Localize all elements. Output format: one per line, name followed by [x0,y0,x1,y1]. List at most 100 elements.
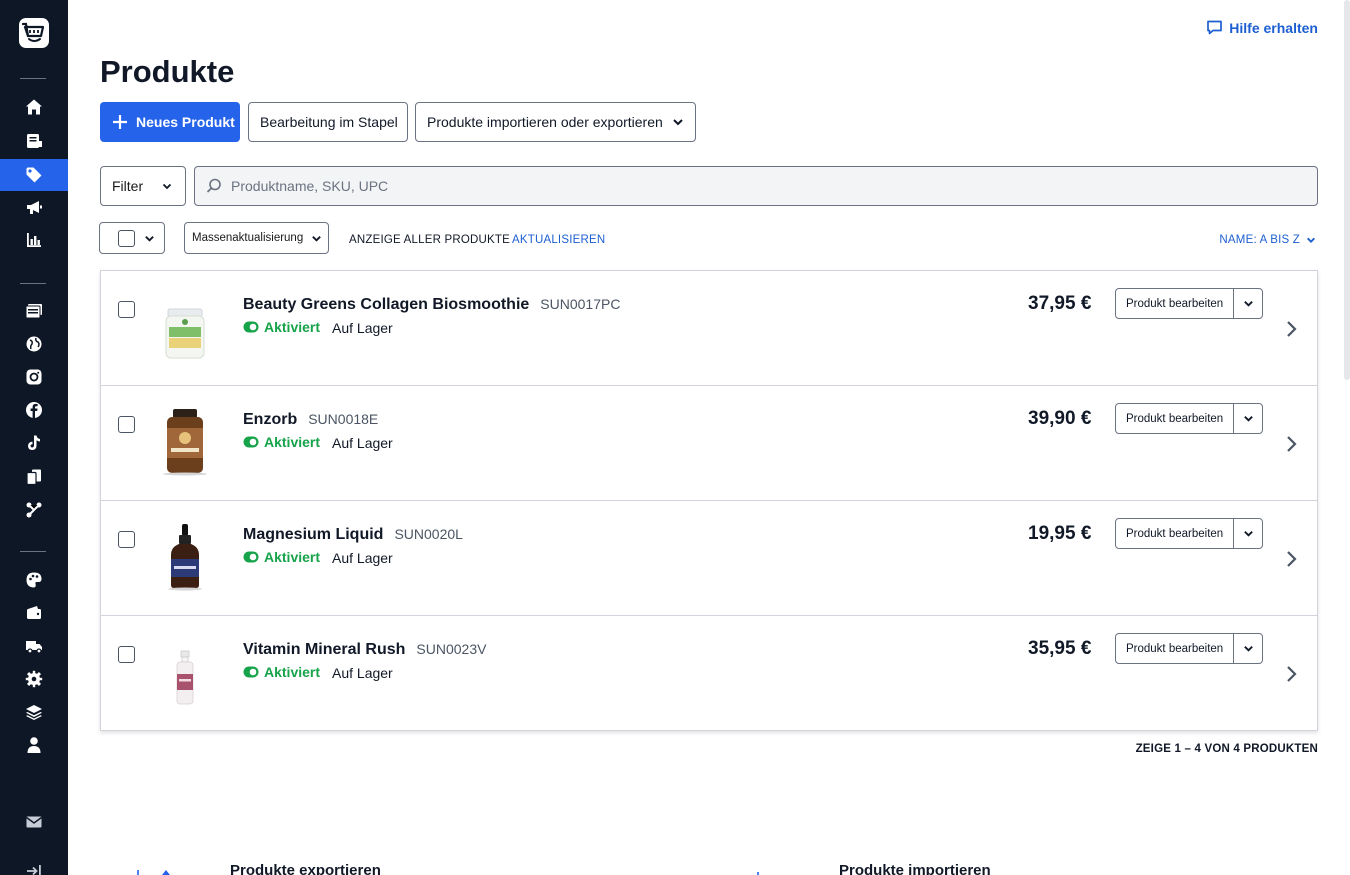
sidebar-item-integrations[interactable] [0,494,68,526]
sort-dropdown[interactable]: NAME: A BIS Z [1219,234,1316,246]
chevron-right-icon[interactable] [1284,664,1298,684]
import-export-dropdown[interactable]: Produkte importieren oder exportieren [415,102,696,142]
product-name[interactable]: Vitamin Mineral Rush SUN0023V [243,641,486,659]
layers-icon [26,705,42,720]
facebook-icon [26,402,42,418]
sidebar-item-reports[interactable] [0,224,68,256]
wallet-icon [27,606,41,619]
channels-icon [26,469,41,486]
edit-product-button[interactable]: Produkt bearbeiten [1116,643,1233,655]
palette-icon [26,572,42,588]
sidebar-item-website[interactable] [0,328,68,360]
status-label: Aktiviert [264,319,321,335]
store-logo-icon[interactable] [19,18,49,48]
integrations-icon [26,502,42,518]
product-thumbnail[interactable] [159,524,211,591]
sidebar-item-home[interactable] [0,91,68,123]
sidebar-item-payments[interactable] [0,597,68,629]
status-badge: Aktiviert [243,549,320,565]
chevron-down-icon [1243,531,1253,537]
mail-icon [26,816,42,828]
settings-icon [25,670,43,688]
status-badge: Aktiviert [243,319,320,335]
sidebar-item-settings[interactable] [0,663,68,695]
batch-edit-button[interactable]: Bearbeitung im Stapel [248,102,408,142]
product-thumbnail[interactable] [159,642,211,706]
table-row[interactable]: Enzorb SUN0018E Aktiviert Auf Lager 39,90… [101,386,1317,501]
export-products-title[interactable]: Produkte exportieren [230,862,381,875]
status-label: Aktiviert [264,549,321,565]
select-all-dropdown[interactable] [99,222,165,254]
import-products-title[interactable]: Produkte importieren [839,862,991,875]
filter-dropdown[interactable]: Filter [100,166,186,206]
product-thumbnail[interactable] [159,409,211,476]
table-row[interactable]: Beauty Greens Collagen Biosmoothie SUN001… [101,271,1317,386]
chevron-down-icon [162,183,172,190]
product-price: 37,95 € [1028,293,1092,314]
chevron-down-icon [1243,301,1253,307]
product-name[interactable]: Enzorb SUN0018E [243,411,378,429]
sidebar-item-instagram[interactable] [0,361,68,393]
sidebar-item-messages[interactable] [0,806,68,838]
mass-update-dropdown[interactable]: Massenaktualisierung [184,222,329,254]
stock-status: Auf Lager [332,320,393,336]
row-checkbox[interactable] [118,646,135,663]
edit-product-split-button: Produkt bearbeiten [1115,518,1263,549]
import-icon [757,872,759,875]
refresh-link[interactable]: AKTUALISIEREN [512,234,605,246]
sidebar-item-facebook[interactable] [0,394,68,426]
edit-product-menu-button[interactable] [1233,404,1262,433]
sidebar-item-channels[interactable] [0,461,68,493]
product-price: 35,95 € [1028,638,1092,659]
edit-product-menu-button[interactable] [1233,519,1262,548]
product-price: 39,90 € [1028,408,1092,429]
sidebar-item-apps[interactable] [0,696,68,728]
stock-status: Auf Lager [332,435,393,451]
edit-product-button[interactable]: Produkt bearbeiten [1116,528,1233,540]
row-checkbox[interactable] [118,531,135,548]
product-name[interactable]: Magnesium Liquid SUN0020L [243,526,463,544]
product-name[interactable]: Beauty Greens Collagen Biosmoothie SUN001… [243,296,620,314]
chevron-right-icon[interactable] [1284,549,1298,569]
sidebar-item-orders[interactable] [0,125,68,157]
sidebar-item-tiktok[interactable] [0,427,68,459]
truck-icon [26,641,42,654]
tag-icon [26,167,42,183]
search-input[interactable] [231,178,1291,194]
select-all-checkbox[interactable] [118,229,135,247]
chevron-right-icon[interactable] [1284,319,1298,339]
sidebar-item-products[interactable] [0,159,68,191]
edit-product-split-button: Produkt bearbeiten [1115,633,1263,664]
sidebar-divider [20,551,46,552]
sidebar-item-account[interactable] [0,729,68,761]
row-checkbox[interactable] [118,416,135,433]
product-sku: SUN0023V [416,641,487,657]
orders-icon [27,134,42,148]
sidebar-item-store[interactable] [0,295,68,327]
chevron-right-icon[interactable] [1284,434,1298,454]
toggle-on-icon [243,436,259,448]
sidebar-collapse-button[interactable] [0,855,68,875]
new-product-label: Neues Produkt [136,114,235,130]
help-link[interactable]: Hilfe erhalten [1206,19,1318,36]
batch-edit-label: Bearbeitung im Stapel [260,114,398,130]
edit-product-menu-button[interactable] [1233,634,1262,663]
table-row[interactable]: Vitamin Mineral Rush SUN0023V Aktiviert A… [101,616,1317,731]
home-icon [26,99,42,115]
table-row[interactable]: Magnesium Liquid SUN0020L Aktiviert Auf L… [101,501,1317,616]
sidebar-item-design[interactable] [0,564,68,596]
row-checkbox[interactable] [118,301,135,318]
edit-product-button[interactable]: Produkt bearbeiten [1116,413,1233,425]
status-badge: Aktiviert [243,664,320,680]
bar-chart-icon [27,233,41,247]
page-scrollbar[interactable] [1344,0,1350,380]
page-title: Produkte [100,54,235,89]
product-sku: SUN0017PC [540,296,621,312]
new-product-button[interactable]: Neues Produkt [100,102,240,142]
sidebar-item-marketing[interactable] [0,191,68,223]
export-icon [137,870,170,875]
edit-product-menu-button[interactable] [1233,289,1262,318]
edit-product-button[interactable]: Produkt bearbeiten [1116,298,1233,310]
sidebar-item-shipping[interactable] [0,630,68,662]
product-thumbnail[interactable] [159,297,211,361]
